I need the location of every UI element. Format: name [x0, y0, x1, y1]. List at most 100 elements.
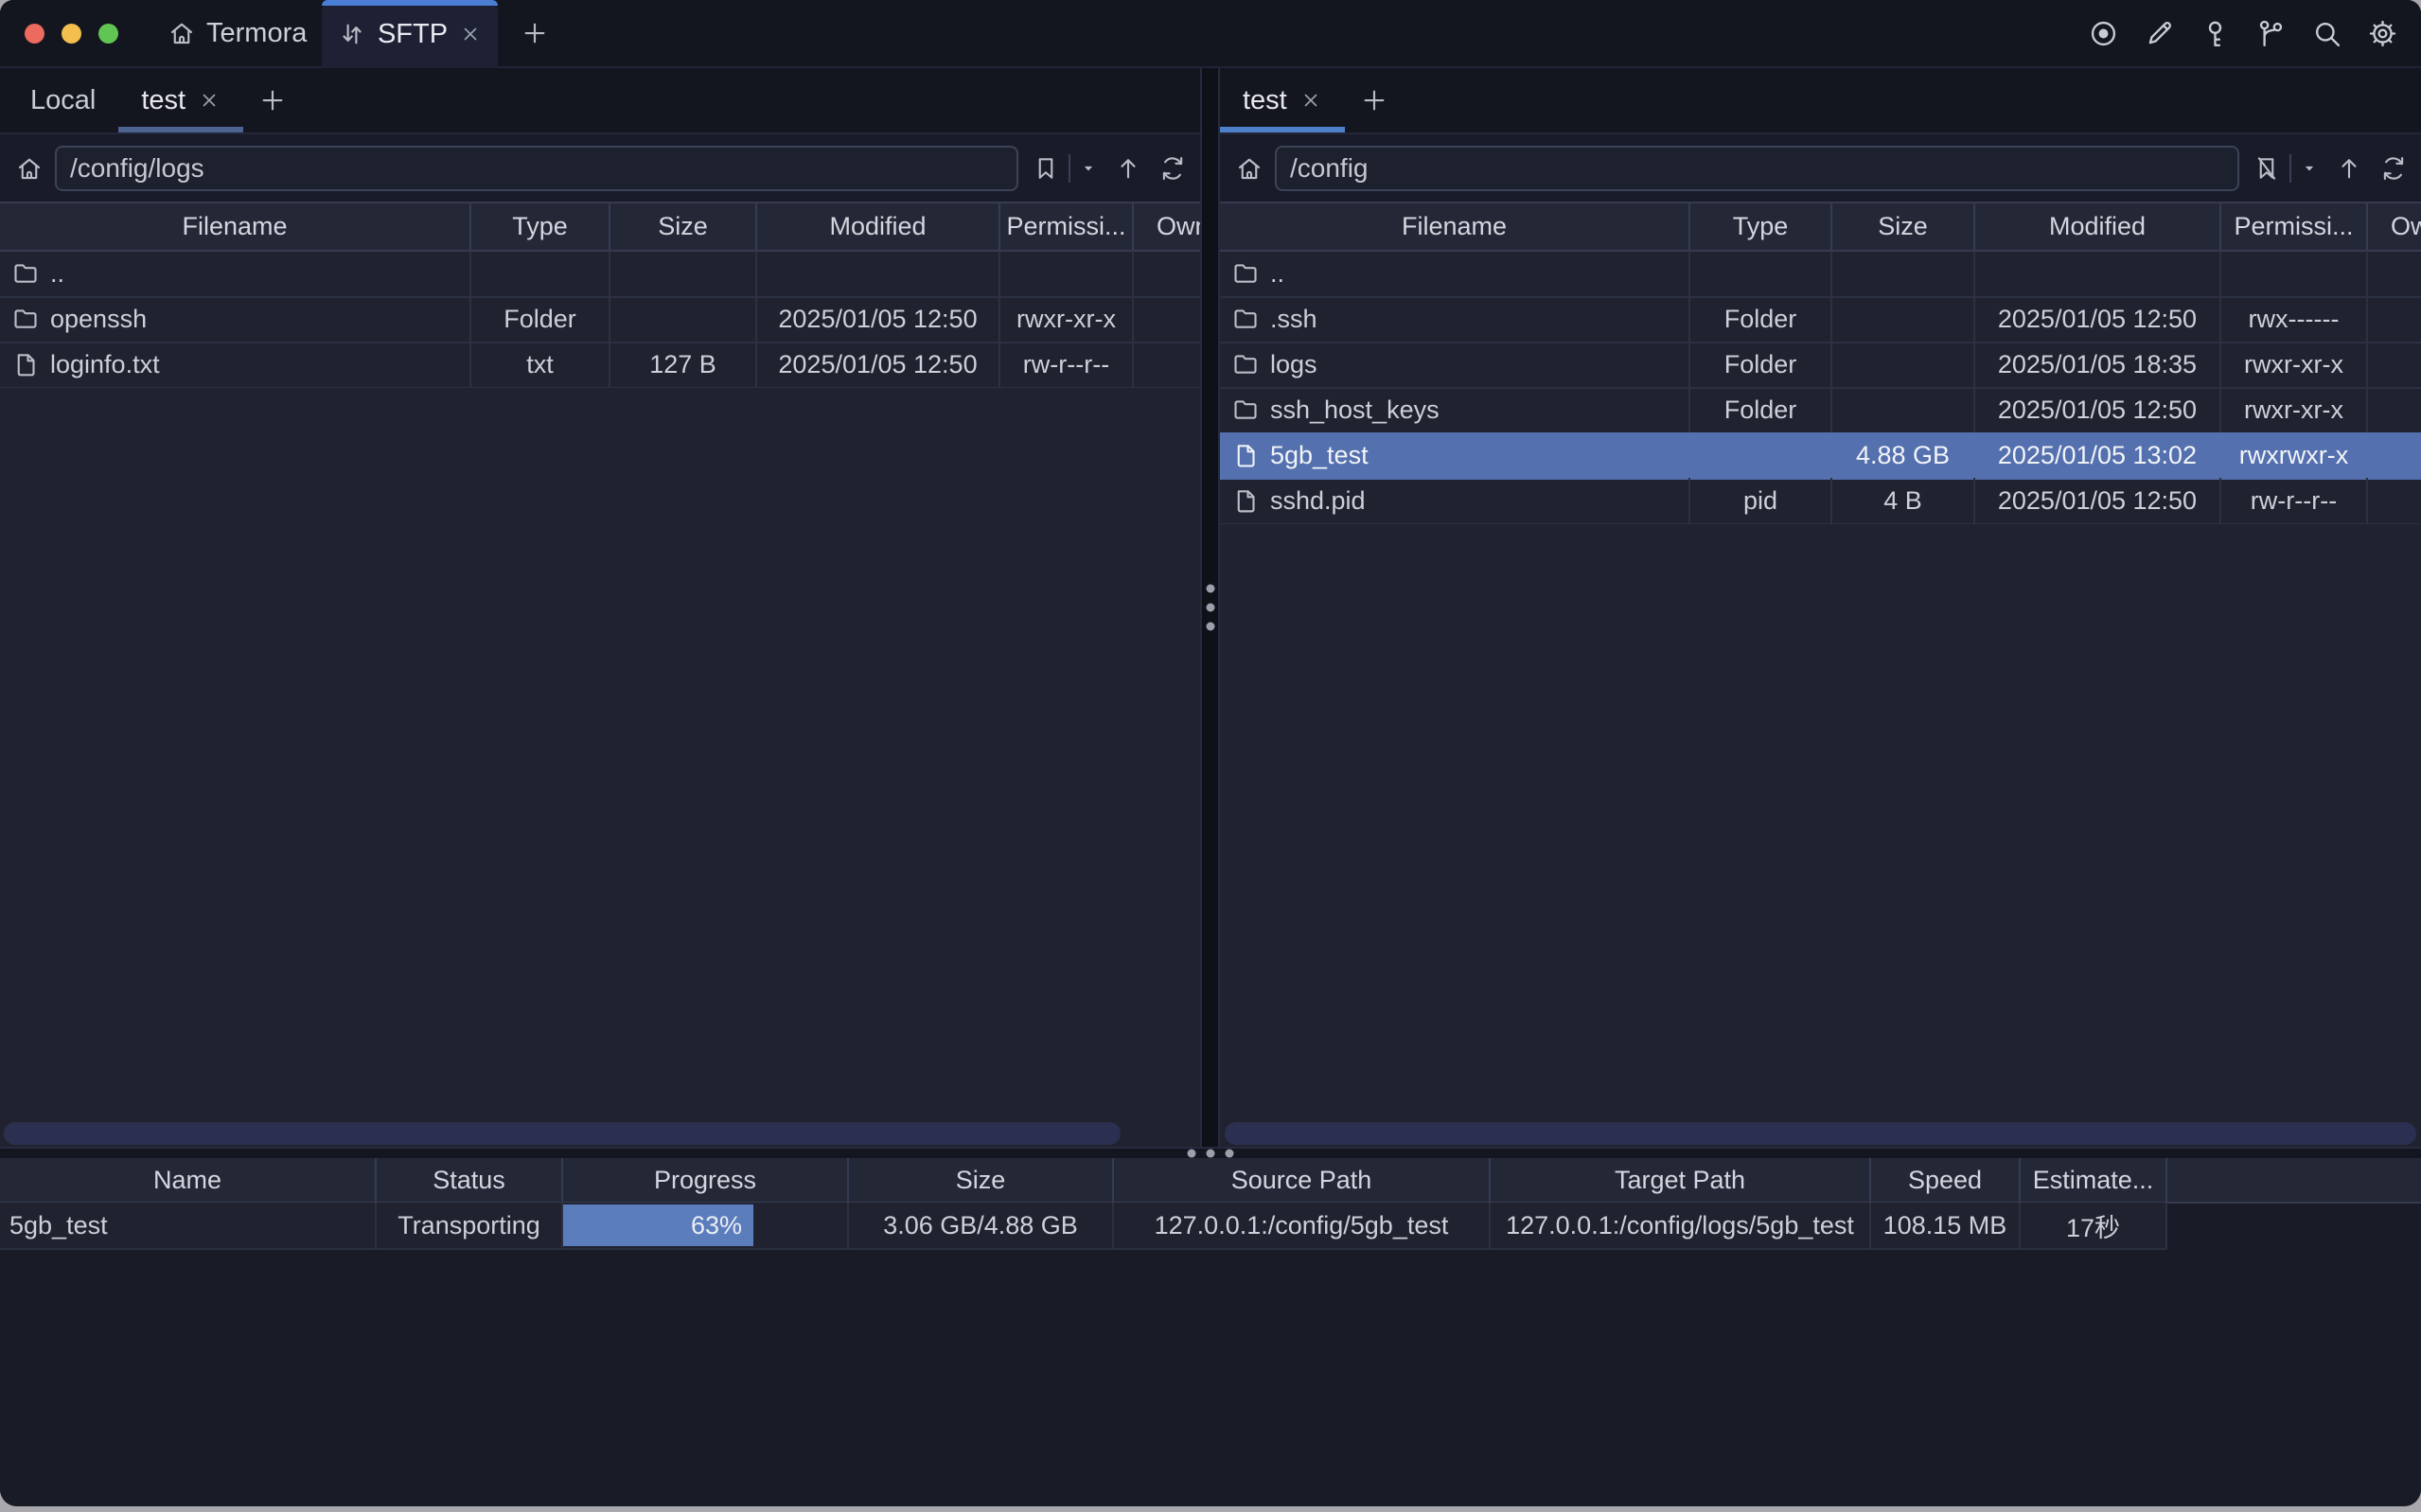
column-header-target-path[interactable]: Target Path [1491, 1158, 1871, 1202]
right-new-tab-button[interactable] [1345, 68, 1404, 132]
column-header-permissions[interactable]: Permissi... [1000, 203, 1134, 250]
pane-splitter-vertical[interactable] [1200, 68, 1220, 1147]
settings-gear-icon[interactable] [2367, 18, 2398, 49]
column-header-size[interactable]: Size [610, 203, 757, 250]
edit-icon[interactable] [2144, 18, 2175, 49]
transfers-header: Name Status Progress Size Source Path Ta… [0, 1158, 2421, 1204]
titlebar: Termora SFTP [0, 0, 2421, 68]
cell-type: txt [471, 342, 610, 389]
home-icon[interactable] [1235, 154, 1264, 183]
left-table-header: Filename Type Size Modified Permissi... … [0, 202, 1200, 252]
column-header-size[interactable]: Size [1832, 203, 1975, 250]
key-icon[interactable] [2200, 18, 2231, 49]
column-header-filename[interactable]: Filename [0, 203, 471, 250]
table-row-5gb-test-selected[interactable]: 5gb_test 4.88 GB 2025/01/05 13:02 rwxrwx… [1220, 433, 2421, 479]
column-header-owner[interactable]: Owner [2368, 203, 2421, 250]
left-path-actions [1018, 154, 1200, 183]
right-path-input[interactable] [1275, 146, 2239, 191]
tab-test-right[interactable]: test [1220, 68, 1345, 132]
column-header-type[interactable]: Type [1690, 203, 1832, 250]
arrow-up-icon[interactable] [2335, 154, 2363, 183]
cell-modified: 2025/01/05 13:02 [1975, 432, 2221, 480]
transfer-row-filler [2167, 1204, 2421, 1249]
table-row-ssh[interactable]: .ssh Folder 2025/01/05 12:50 rwx------ [1220, 297, 2421, 343]
close-window-button[interactable] [25, 24, 44, 44]
branch-icon[interactable] [2255, 18, 2287, 49]
column-header-modified[interactable]: Modified [1975, 203, 2221, 250]
scrollbar-thumb[interactable] [4, 1122, 1121, 1145]
new-window-tab-button[interactable] [521, 19, 549, 47]
column-header-owner[interactable]: Owner [1134, 203, 1200, 250]
cell-filename: .. [1270, 259, 1284, 289]
left-pathbar [0, 134, 1200, 202]
column-header-status[interactable]: Status [377, 1158, 563, 1202]
cell-modified: 2025/01/05 18:35 [1975, 342, 2221, 389]
tab-local[interactable]: Local [8, 68, 118, 132]
close-icon[interactable] [459, 23, 482, 45]
left-new-tab-button[interactable] [243, 68, 302, 132]
transfer-speed: 108.15 MB [1871, 1203, 2021, 1250]
column-header-estimate[interactable]: Estimate... [2021, 1158, 2167, 1202]
cell-permissions: rwx------ [2221, 296, 2368, 343]
left-path-input[interactable] [55, 146, 1018, 191]
cell-owner [2368, 342, 2421, 389]
folder-icon [1231, 396, 1260, 424]
cell-type: pid [1690, 478, 1832, 525]
caret-down-icon[interactable] [2300, 159, 2319, 178]
transfer-row-5gb-test[interactable]: 5gb_test Transporting 63% 3.06 GB/4.88 G… [0, 1204, 2421, 1249]
cell-filename: .. [50, 259, 64, 289]
refresh-icon[interactable] [1158, 154, 1187, 183]
minimize-window-button[interactable] [62, 24, 81, 44]
left-pane-tabs: Local test [0, 68, 1200, 134]
progress-label: 63% [691, 1211, 742, 1240]
table-row-parent-dir[interactable]: .. [0, 252, 1200, 297]
table-row-ssh-host-keys[interactable]: ssh_host_keys Folder 2025/01/05 12:50 rw… [1220, 388, 2421, 433]
progress-bar-fill: 63% [563, 1204, 753, 1246]
column-header-filename[interactable]: Filename [1220, 203, 1690, 250]
traffic-lights [25, 24, 118, 44]
cell-permissions: rwxr-xr-x [1000, 296, 1134, 343]
column-header-permissions[interactable]: Permissi... [2221, 203, 2368, 250]
column-header-progress[interactable]: Progress [563, 1158, 849, 1202]
column-header-name[interactable]: Name [0, 1158, 377, 1202]
cell-permissions: rwxrwxr-x [2221, 432, 2368, 480]
record-icon[interactable] [2088, 18, 2119, 49]
tab-test-left[interactable]: test [118, 68, 243, 132]
search-icon[interactable] [2311, 18, 2342, 49]
column-header-speed[interactable]: Speed [1871, 1158, 2021, 1202]
table-row-logs[interactable]: logs Folder 2025/01/05 18:35 rwxr-xr-x [1220, 343, 2421, 388]
refresh-icon[interactable] [2379, 154, 2408, 183]
bookmark-icon[interactable] [1032, 154, 1060, 183]
right-pane-tabs: test [1220, 68, 2421, 134]
transfer-status: Transporting [377, 1203, 563, 1250]
bookmark-off-icon[interactable] [2253, 154, 2281, 183]
tab-termora[interactable]: Termora [168, 18, 307, 49]
caret-down-icon[interactable] [1079, 159, 1098, 178]
cell-size: 4.88 GB [1832, 432, 1975, 480]
cell-filename: ssh_host_keys [1270, 396, 1440, 425]
column-header-source-path[interactable]: Source Path [1114, 1158, 1491, 1202]
tab-termora-label: Termora [206, 18, 307, 49]
home-icon[interactable] [15, 154, 44, 183]
table-row-parent-dir[interactable]: .. [1220, 252, 2421, 297]
scrollbar-thumb[interactable] [1225, 1122, 2416, 1145]
close-icon[interactable] [1299, 89, 1322, 112]
transfers-splitter-horizontal[interactable] [0, 1147, 2421, 1158]
file-icon [11, 350, 40, 378]
maximize-window-button[interactable] [98, 24, 118, 44]
tab-sftp[interactable]: SFTP [322, 0, 498, 68]
cell-size [1832, 251, 1975, 298]
cell-filename: openssh [50, 305, 147, 334]
column-header-size[interactable]: Size [849, 1158, 1114, 1202]
cell-modified: 2025/01/05 12:50 [1975, 478, 2221, 525]
column-header-type[interactable]: Type [471, 203, 610, 250]
cell-owner [2368, 296, 2421, 343]
table-row-openssh[interactable]: openssh Folder 2025/01/05 12:50 rwxr-xr-… [0, 297, 1200, 343]
arrow-up-icon[interactable] [1114, 154, 1142, 183]
table-row-loginfo[interactable]: loginfo.txt txt 127 B 2025/01/05 12:50 r… [0, 343, 1200, 388]
close-icon[interactable] [198, 89, 221, 112]
table-row-sshd-pid[interactable]: sshd.pid pid 4 B 2025/01/05 12:50 rw-r--… [1220, 479, 2421, 524]
cell-filename: sshd.pid [1270, 486, 1366, 516]
column-header-modified[interactable]: Modified [757, 203, 1000, 250]
cell-filename: loginfo.txt [50, 350, 160, 379]
